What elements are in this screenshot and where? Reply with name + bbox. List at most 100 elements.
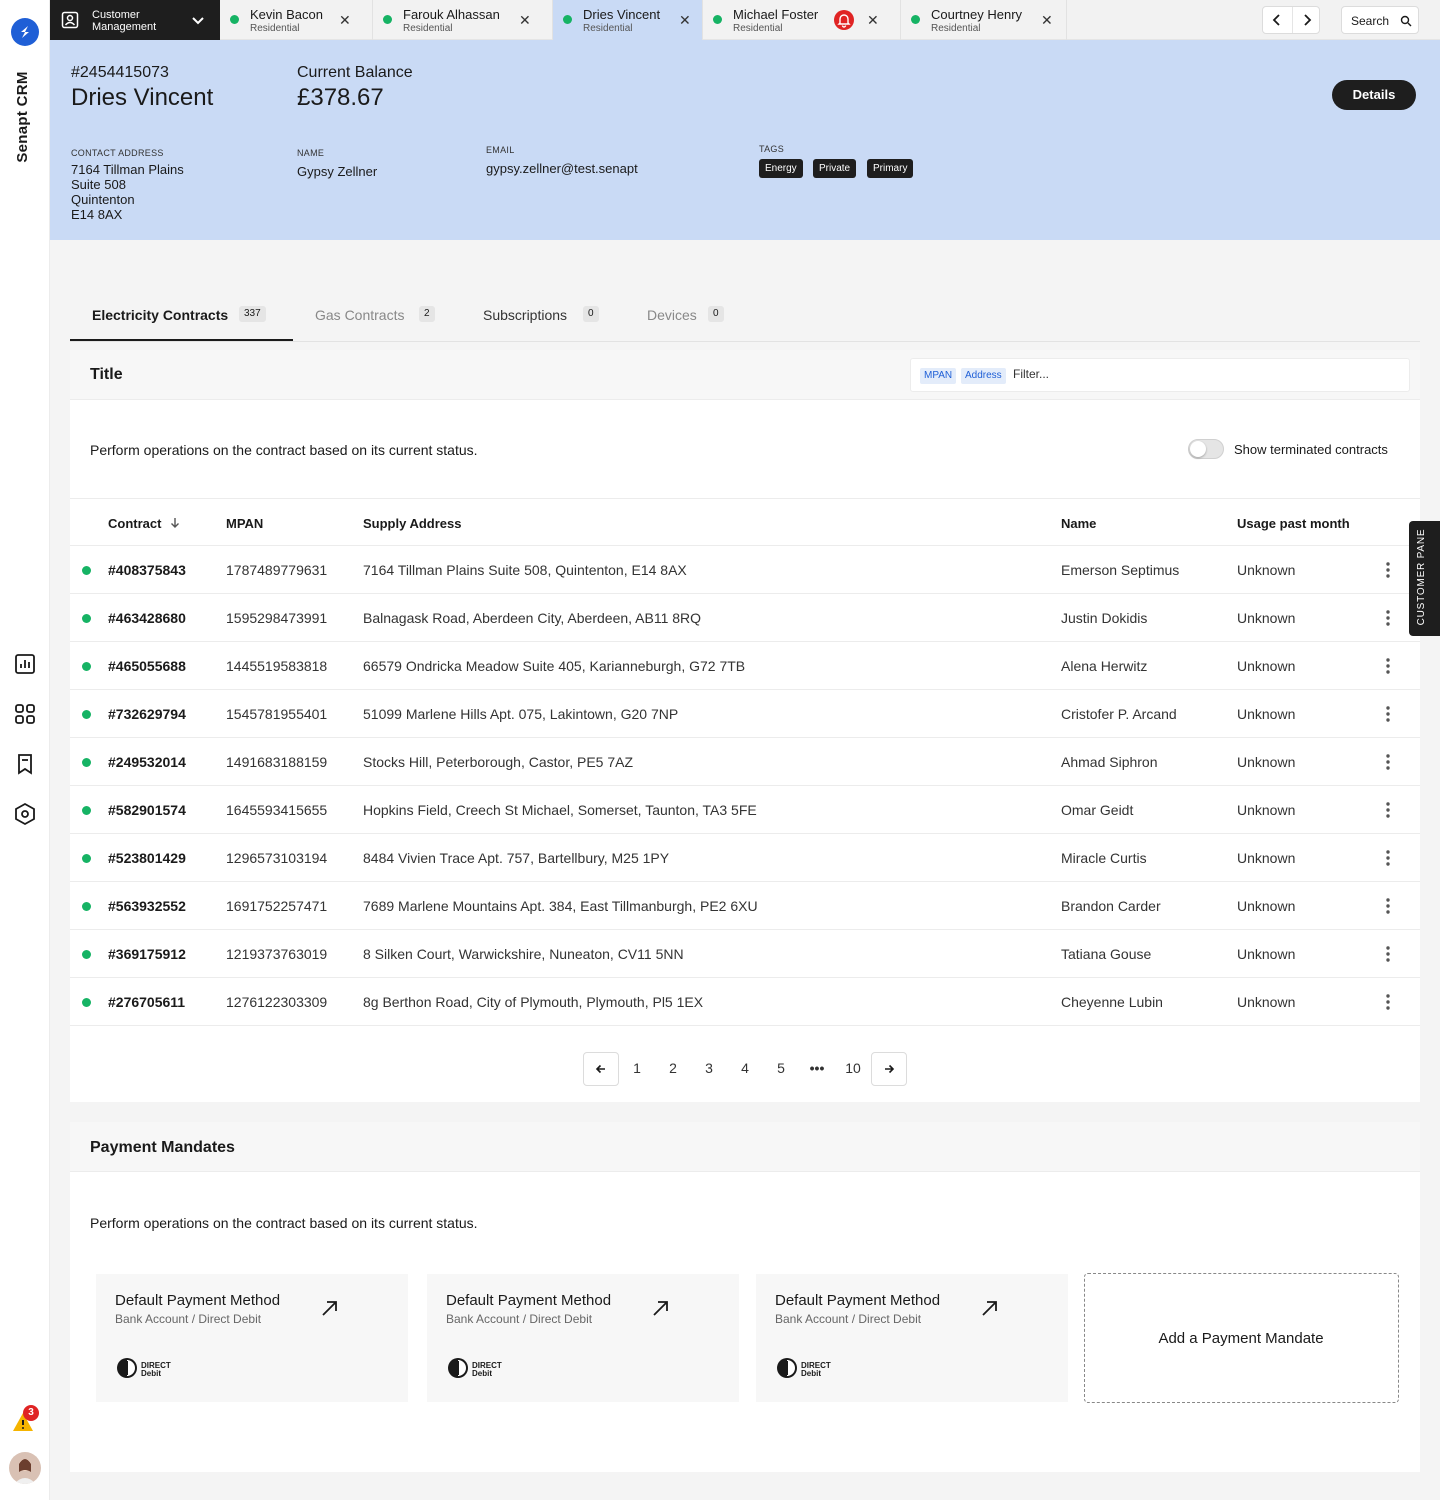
table-row[interactable]: #249532014 1491683188159 Stocks Hill, Pete… xyxy=(70,738,1420,786)
bookmark-icon[interactable] xyxy=(13,752,37,776)
close-icon[interactable]: ✕ xyxy=(339,13,351,27)
contract-usage: Unknown xyxy=(1237,562,1296,578)
contact-name: Gypsy Zellner xyxy=(297,164,378,179)
tag-energy[interactable]: Energy xyxy=(759,159,803,178)
column-mpan[interactable]: MPAN xyxy=(226,516,263,531)
contract-id[interactable]: #582901574 xyxy=(108,802,186,818)
contract-mpan: 1595298473991 xyxy=(226,610,328,626)
arrow-left-icon xyxy=(595,1064,605,1074)
tab-electricity-contracts[interactable]: Electricity Contracts 337 xyxy=(70,290,293,341)
contract-name: Ahmad Siphron xyxy=(1061,754,1158,770)
more-options-icon[interactable] xyxy=(1378,752,1398,772)
senapt-logo-icon[interactable] xyxy=(11,18,39,46)
customer-tab-dries-vincent[interactable]: Dries Vincent Residential ✕ xyxy=(553,0,703,40)
tag-primary[interactable]: Primary xyxy=(867,159,914,178)
page-5[interactable]: 5 xyxy=(766,1060,796,1076)
customer-pane-toggle[interactable]: CUSTOMER PANE xyxy=(1409,521,1440,636)
column-usage[interactable]: Usage past month xyxy=(1237,516,1350,531)
arrow-up-right-icon[interactable] xyxy=(651,1298,671,1318)
arrow-up-right-icon[interactable] xyxy=(320,1298,340,1318)
chevron-right-icon[interactable] xyxy=(1292,7,1320,33)
table-row[interactable]: #523801429 1296573103194 8484 Vivien Trace… xyxy=(70,834,1420,882)
customer-tab-courtney-henry[interactable]: Courtney Henry Residential ✕ xyxy=(901,0,1067,40)
tab-gas-contracts[interactable]: Gas Contracts 2 xyxy=(293,290,461,341)
contact-email[interactable]: gypsy.zellner@test.senapt xyxy=(486,161,638,176)
filter-input[interactable] xyxy=(1013,367,1393,381)
close-icon[interactable]: ✕ xyxy=(867,13,879,27)
close-icon[interactable]: ✕ xyxy=(1041,13,1053,27)
column-name[interactable]: Name xyxy=(1061,516,1096,531)
user-avatar[interactable] xyxy=(9,1452,41,1484)
contract-id[interactable]: #732629794 xyxy=(108,706,186,722)
arrow-up-right-icon[interactable] xyxy=(980,1298,1000,1318)
warning-alert-icon[interactable]: 3 xyxy=(11,1405,39,1436)
column-supply-address[interactable]: Supply Address xyxy=(363,516,461,531)
add-payment-mandate-button[interactable]: Add a Payment Mandate xyxy=(1084,1273,1399,1403)
close-icon[interactable]: ✕ xyxy=(519,13,531,27)
tab-subscriptions[interactable]: Subscriptions 0 xyxy=(461,290,625,341)
table-row[interactable]: #463428680 1595298473991 Balnagask Road, A… xyxy=(70,594,1420,642)
next-page-button[interactable] xyxy=(871,1052,907,1086)
page-2[interactable]: 2 xyxy=(658,1060,688,1076)
more-options-icon[interactable] xyxy=(1378,704,1398,724)
customer-tab-farouk-alhassan[interactable]: Farouk Alhassan Residential ✕ xyxy=(373,0,553,40)
search-button[interactable]: Search xyxy=(1341,6,1419,34)
filter-chip-mpan[interactable]: MPAN xyxy=(920,368,957,384)
column-contract[interactable]: Contract xyxy=(108,516,181,531)
toggle-knob xyxy=(1190,441,1206,457)
bell-notification-icon[interactable] xyxy=(834,10,854,30)
page-3[interactable]: 3 xyxy=(694,1060,724,1076)
table-row[interactable]: #408375843 1787489779631 7164 Tillman Plai… xyxy=(70,546,1420,594)
contract-id[interactable]: #465055688 xyxy=(108,658,186,674)
settings-hexagon-icon[interactable] xyxy=(13,802,37,826)
apps-grid-icon[interactable] xyxy=(13,702,37,726)
more-options-icon[interactable] xyxy=(1378,560,1398,580)
contracts-card-header: Title MPAN Address xyxy=(70,350,1420,400)
module-switcher[interactable]: Customer Management xyxy=(50,0,220,40)
contract-name: Brandon Carder xyxy=(1061,898,1161,914)
table-row[interactable]: #369175912 1219373763019 8 Silken Court, W… xyxy=(70,930,1420,978)
contract-usage: Unknown xyxy=(1237,658,1296,674)
contract-id[interactable]: #369175912 xyxy=(108,946,186,962)
payment-mandate-tile[interactable]: Default Payment Method Bank Account / Di… xyxy=(756,1274,1068,1402)
table-row[interactable]: #465055688 1445519583818 66579 Ondricka Me… xyxy=(70,642,1420,690)
left-rail: Senapt CRM 3 xyxy=(0,0,50,1500)
page-10[interactable]: 10 xyxy=(838,1060,868,1076)
contract-id[interactable]: #563932552 xyxy=(108,898,186,914)
prev-page-button[interactable] xyxy=(583,1052,619,1086)
contract-id[interactable]: #276705611 xyxy=(108,994,185,1010)
more-options-icon[interactable] xyxy=(1378,896,1398,916)
more-options-icon[interactable] xyxy=(1378,656,1398,676)
more-options-icon[interactable] xyxy=(1378,992,1398,1012)
customer-tab-kevin-bacon[interactable]: Kevin Bacon Residential ✕ xyxy=(220,0,373,40)
reports-icon[interactable] xyxy=(13,652,37,676)
more-options-icon[interactable] xyxy=(1378,944,1398,964)
filter-chip-address[interactable]: Address xyxy=(961,368,1006,384)
brand-name: Senapt CRM xyxy=(14,71,31,163)
page-1[interactable]: 1 xyxy=(622,1060,652,1076)
close-icon[interactable]: ✕ xyxy=(679,13,691,27)
tab-devices[interactable]: Devices 0 xyxy=(625,290,745,341)
contract-id[interactable]: #463428680 xyxy=(108,610,186,626)
payment-mandate-tile[interactable]: Default Payment Method Bank Account / Di… xyxy=(96,1274,408,1402)
table-row[interactable]: #582901574 1645593415655 Hopkins Field, Cr… xyxy=(70,786,1420,834)
customer-tab-michael-foster[interactable]: Michael Foster Residential ✕ xyxy=(703,0,901,40)
more-options-icon[interactable] xyxy=(1378,608,1398,628)
chevron-left-icon[interactable] xyxy=(1263,7,1291,33)
page-4[interactable]: 4 xyxy=(730,1060,760,1076)
table-row[interactable]: #276705611 1276122303309 8g Berthon Road, … xyxy=(70,978,1420,1026)
terminated-contracts-toggle[interactable] xyxy=(1188,439,1224,459)
sort-arrow-down-icon[interactable] xyxy=(169,517,181,529)
details-button[interactable]: Details xyxy=(1332,80,1416,110)
more-options-icon[interactable] xyxy=(1378,800,1398,820)
more-options-icon[interactable] xyxy=(1378,848,1398,868)
contract-id[interactable]: #523801429 xyxy=(108,850,186,866)
contract-id[interactable]: #249532014 xyxy=(108,754,186,770)
payment-mandate-tile[interactable]: Default Payment Method Bank Account / Di… xyxy=(427,1274,739,1402)
contract-id[interactable]: #408375843 xyxy=(108,562,186,578)
table-row[interactable]: #732629794 1545781955401 51099 Marlene Hil… xyxy=(70,690,1420,738)
tag-private[interactable]: Private xyxy=(813,159,857,178)
contract-name: Miracle Curtis xyxy=(1061,850,1147,866)
name-label: NAME xyxy=(297,148,325,158)
table-row[interactable]: #563932552 1691752257471 7689 Marlene Moun… xyxy=(70,882,1420,930)
